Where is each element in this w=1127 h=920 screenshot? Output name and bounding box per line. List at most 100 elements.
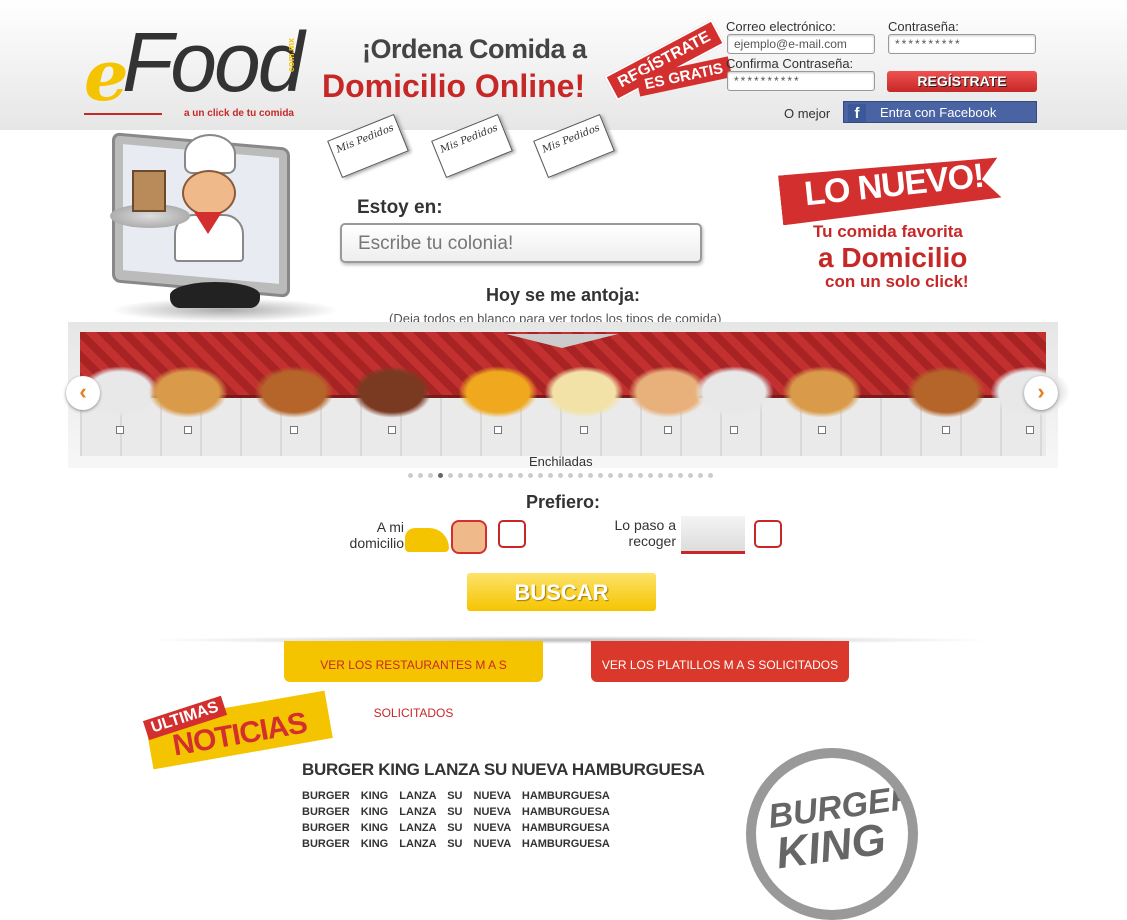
logo-tagline: a un click de tu comida: [183, 108, 294, 119]
news-line: BURGER KING LANZA SU NUEVA HAMBURGUESA: [302, 838, 610, 850]
chef-mascot: [168, 134, 248, 264]
confirm-password-field[interactable]: **********: [727, 71, 875, 91]
news-line: BURGER KING LANZA SU NUEVA HAMBURGUESA: [302, 806, 610, 818]
food-checkbox-sushi[interactable]: [730, 426, 738, 434]
pagination-dot[interactable]: [478, 473, 483, 478]
efood-logo[interactable]: e Food com.mx a un click de tu comida: [84, 14, 304, 124]
food-checkbox-hamburguesa[interactable]: [290, 426, 298, 434]
efood-bag-icon: [132, 170, 166, 212]
facebook-icon: f: [848, 104, 866, 122]
tab-top-dishes[interactable]: VER LOS PLATILLOS M A S SOLICITADOS: [591, 641, 849, 682]
pagination-dot[interactable]: [498, 473, 503, 478]
pagination-dot[interactable]: [678, 473, 683, 478]
food-checkbox-camarones[interactable]: [664, 426, 672, 434]
food-checkbox-taco[interactable]: [494, 426, 502, 434]
logo-food: Food: [122, 15, 304, 109]
ultimas-noticias-badge: ULTIMAS NOTICIAS: [142, 690, 333, 770]
carousel-next-arrow-icon[interactable]: ›: [1024, 376, 1058, 410]
confirm-password-label: Confirma Contraseña:: [726, 56, 854, 71]
pagination-dot[interactable]: [648, 473, 653, 478]
facebook-button-label: Entra con Facebook: [880, 105, 997, 120]
monitor-stand: [170, 282, 260, 308]
pagination-dot[interactable]: [568, 473, 573, 478]
email-field[interactable]: ejemplo@e-mail.com: [727, 34, 875, 54]
promo-line2: a Domicilio: [818, 242, 968, 273]
food-checkbox-sushi[interactable]: [116, 426, 124, 434]
facebook-login-button[interactable]: f Entra con Facebook: [843, 101, 1037, 123]
food-item-hamburguesa[interactable]: [254, 366, 334, 418]
food-checkbox-sandwich[interactable]: [184, 426, 192, 434]
pagination-dot[interactable]: [548, 473, 553, 478]
pagination-dot[interactable]: [698, 473, 703, 478]
food-checkbox-hamburguesa[interactable]: [942, 426, 950, 434]
password-field[interactable]: **********: [888, 34, 1036, 54]
burger-king-logo: BURGER KING: [746, 748, 918, 920]
food-item-sandwich[interactable]: [782, 366, 862, 418]
pagination-dot[interactable]: [638, 473, 643, 478]
pagination-dot[interactable]: [458, 473, 463, 478]
pagination-dot[interactable]: [558, 473, 563, 478]
pagination-dot[interactable]: [628, 473, 633, 478]
lo-nuevo-banner: LO NUEVO!: [780, 160, 1020, 220]
or-better-label: O mejor: [784, 106, 831, 121]
prefer-title: Prefiero:: [526, 492, 601, 512]
pagination-dot[interactable]: [658, 473, 663, 478]
selected-food-label: Enchiladas: [529, 454, 593, 469]
pagination-dot[interactable]: [708, 473, 713, 478]
logo-domain: com.mx: [286, 37, 297, 73]
password-label: Contraseña:: [888, 19, 959, 34]
pagination-dot[interactable]: [488, 473, 493, 478]
pagination-dot[interactable]: [418, 473, 423, 478]
food-item-hamburguesa[interactable]: [906, 366, 986, 418]
email-label: Correo electrónico:: [726, 19, 836, 34]
food-checkbox-rollos[interactable]: [580, 426, 588, 434]
news-line: BURGER KING LANZA SU NUEVA HAMBURGUESA: [302, 822, 610, 834]
food-item-sandwich[interactable]: [148, 366, 228, 418]
news-headline[interactable]: BURGER KING LANZA SU NUEVA HAMBURGUESA: [302, 760, 705, 780]
divider-shadow: [140, 636, 1000, 644]
pagination-dot[interactable]: [588, 473, 593, 478]
carousel-pagination: [408, 473, 713, 479]
headline-line1: ¡Ordena Comida a: [362, 34, 587, 64]
food-carousel: ‹ ›: [66, 322, 1070, 468]
pagination-dot[interactable]: [528, 473, 533, 478]
promo-line1: Tu comida favorita: [813, 222, 963, 241]
pagination-dot[interactable]: [518, 473, 523, 478]
pagination-dot[interactable]: [618, 473, 623, 478]
food-item-sushi[interactable]: [694, 366, 774, 418]
colonia-search-input[interactable]: Escribe tu colonia!: [340, 223, 702, 263]
delivery-label: A mi domicilio: [349, 519, 404, 551]
pagination-dot[interactable]: [668, 473, 673, 478]
pagination-dot[interactable]: [538, 473, 543, 478]
register-button[interactable]: REGÍSTRATE: [887, 71, 1037, 92]
pagination-dot[interactable]: [428, 473, 433, 478]
pagination-dot[interactable]: [448, 473, 453, 478]
pagination-dot[interactable]: [688, 473, 693, 478]
tab-top-restaurants[interactable]: VER LOS RESTAURANTES M A S SOLICITADOS: [284, 641, 543, 720]
promo-line3: con un solo click!: [825, 272, 969, 291]
pickup-checkbox[interactable]: [754, 520, 782, 548]
news-line: BURGER KING LANZA SU NUEVA HAMBURGUESA: [302, 790, 610, 802]
food-item-rollos[interactable]: [544, 366, 624, 418]
food-checkbox-sandwich[interactable]: [818, 426, 826, 434]
pagination-dot[interactable]: [508, 473, 513, 478]
pagination-dot[interactable]: [438, 473, 443, 478]
pagination-dot[interactable]: [408, 473, 413, 478]
delivery-scooter-icon: [405, 520, 491, 554]
craving-title: Hoy se me antoja:: [486, 285, 641, 305]
delivery-checkbox[interactable]: [498, 520, 526, 548]
location-label: Estoy en:: [357, 197, 443, 218]
pagination-dot[interactable]: [468, 473, 473, 478]
food-checkbox-carne[interactable]: [388, 426, 396, 434]
food-item-taco[interactable]: [458, 366, 538, 418]
pickup-label: Lo paso a recoger: [614, 517, 677, 549]
food-checkbox-sushi[interactable]: [1026, 426, 1034, 434]
pagination-dot[interactable]: [578, 473, 583, 478]
carousel-prev-arrow-icon[interactable]: ‹: [66, 376, 100, 410]
food-item-carne[interactable]: [352, 366, 432, 418]
search-button[interactable]: BUSCAR: [467, 573, 656, 611]
pagination-dot[interactable]: [608, 473, 613, 478]
header: e Food com.mx a un click de tu comida ¡O…: [0, 0, 1127, 130]
pagination-dot[interactable]: [598, 473, 603, 478]
headline-line2: Domicilio Online!: [322, 68, 586, 104]
